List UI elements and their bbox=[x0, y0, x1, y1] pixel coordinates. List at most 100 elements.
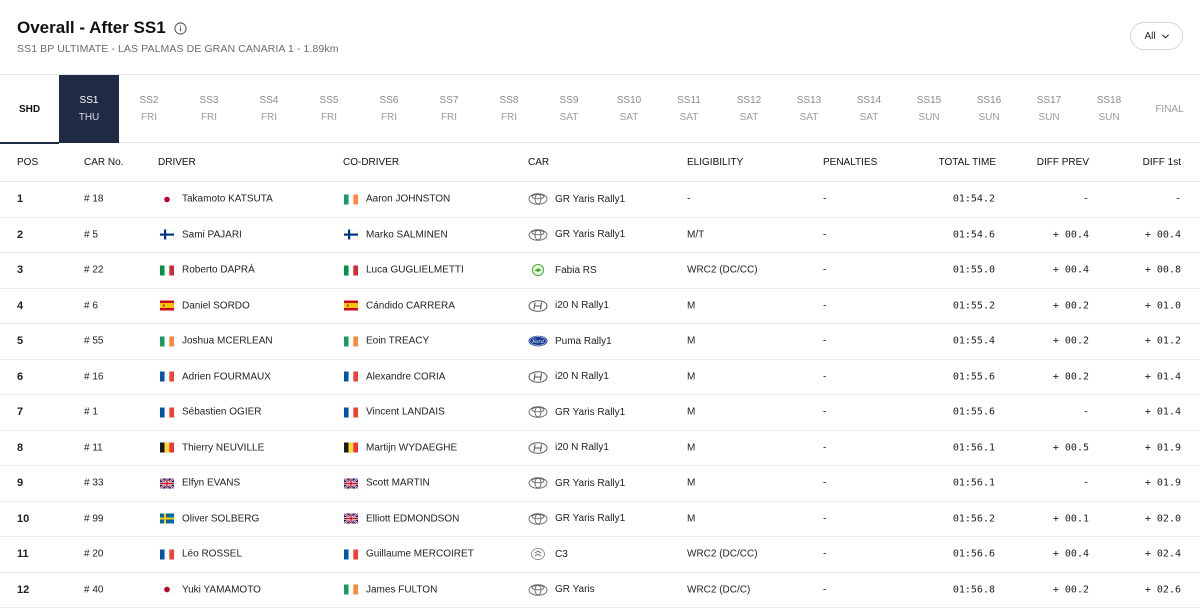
table-row[interactable]: 1 # 18 Takamoto KATSUTA Aaron JOHNSTON GR Ya… bbox=[0, 182, 1200, 218]
stage-tab-final[interactable]: FINAL bbox=[1139, 75, 1200, 143]
car-cell: GR Yaris Rally1 bbox=[528, 406, 625, 419]
driver-cell[interactable]: Daniel SORDO bbox=[160, 300, 250, 311]
position: 5 bbox=[17, 335, 24, 348]
driver-cell[interactable]: Yuki YAMAMOTO bbox=[160, 584, 261, 595]
position: 4 bbox=[17, 299, 24, 312]
car-model: Fabia RS bbox=[555, 264, 597, 276]
table-row[interactable]: 10 # 99 Oliver SOLBERG Elliott EDMONDSON GR … bbox=[0, 502, 1200, 537]
codriver-cell[interactable]: Aaron JOHNSTON bbox=[344, 194, 450, 205]
codriver-cell[interactable]: Martijn WYDAEGHE bbox=[344, 442, 457, 453]
stage-day: SUN bbox=[978, 112, 1000, 123]
total-time: 01:56.1 bbox=[952, 477, 995, 489]
stage-tab-ss12[interactable]: SS12 SAT bbox=[719, 75, 779, 143]
stage-tab-ss11[interactable]: SS11 SAT bbox=[659, 75, 719, 143]
france-flag-icon bbox=[344, 549, 358, 560]
driver-cell[interactable]: Thierry NEUVILLE bbox=[160, 442, 264, 453]
stage-tab-ss17[interactable]: SS17 SUN bbox=[1019, 75, 1079, 143]
stage-tab-ss2[interactable]: SS2 FRI bbox=[119, 75, 179, 143]
filter-dropdown[interactable]: All bbox=[1130, 22, 1183, 50]
diff-first: + 00.8 bbox=[1144, 264, 1181, 276]
eligibility: M bbox=[687, 442, 696, 454]
driver-cell[interactable]: Elfyn EVANS bbox=[160, 478, 240, 489]
diff-prev: - bbox=[1082, 193, 1089, 205]
col-penalties[interactable]: PENALTIES bbox=[823, 157, 877, 168]
info-icon[interactable] bbox=[174, 21, 187, 35]
diff-first: - bbox=[1174, 193, 1181, 205]
filter-label: All bbox=[1144, 30, 1156, 42]
driver-cell[interactable]: Oliver SOLBERG bbox=[160, 513, 259, 524]
stage-tab-ss13[interactable]: SS13 SAT bbox=[779, 75, 839, 143]
stage-tab-ss8[interactable]: SS8 FRI bbox=[479, 75, 539, 143]
table-row[interactable]: 4 # 6 Daniel SORDO Cándido CARRERA i20 N Ral… bbox=[0, 289, 1200, 324]
driver-cell[interactable]: Léo ROSSEL bbox=[160, 549, 242, 560]
stage-tab-ss15[interactable]: SS15 SUN bbox=[899, 75, 959, 143]
eligibility: M bbox=[687, 300, 696, 312]
col-car-no[interactable]: CAR No. bbox=[84, 157, 123, 168]
stage-label: SS6 bbox=[379, 95, 399, 106]
driver-cell[interactable]: Takamoto KATSUTA bbox=[160, 194, 273, 205]
position: 11 bbox=[17, 548, 29, 561]
table-row[interactable]: 3 # 22 Roberto DAPRÀ Luca GUGLIELMETTI Fabia… bbox=[0, 253, 1200, 289]
codriver-cell[interactable]: Luca GUGLIELMETTI bbox=[344, 265, 464, 276]
penalties: - bbox=[823, 406, 827, 418]
stage-tab-ss4[interactable]: SS4 FRI bbox=[239, 75, 299, 143]
codriver-cell[interactable]: Guillaume MERCOIRET bbox=[344, 549, 474, 560]
stage-tab-ss9[interactable]: SS9 SAT bbox=[539, 75, 599, 143]
driver-name: Adrien FOURMAUX bbox=[182, 371, 271, 383]
driver-cell[interactable]: Joshua MCERLEAN bbox=[160, 336, 273, 347]
codriver-cell[interactable]: Marko SALMINEN bbox=[344, 229, 448, 240]
driver-cell[interactable]: Roberto DAPRÀ bbox=[160, 265, 255, 276]
stage-label: SHD bbox=[18, 103, 41, 115]
col-driver[interactable]: DRIVER bbox=[158, 157, 196, 168]
table-row[interactable]: 12 # 40 Yuki YAMAMOTO James FULTON GR Yaris W… bbox=[0, 573, 1200, 608]
stage-tab-ss1[interactable]: SS1 THU bbox=[59, 75, 119, 143]
stage-tab-ss5[interactable]: SS5 FRI bbox=[299, 75, 359, 143]
svg-text:Ford: Ford bbox=[531, 339, 544, 345]
table-row[interactable]: 11 # 20 Léo ROSSEL Guillaume MERCOIRET C3 WRC… bbox=[0, 537, 1200, 573]
driver-cell[interactable]: Adrien FOURMAUX bbox=[160, 371, 271, 382]
codriver-name: Vincent LANDAIS bbox=[366, 406, 445, 418]
stage-tab-ss18[interactable]: SS18 SUN bbox=[1079, 75, 1139, 143]
driver-cell[interactable]: Sébastien OGIER bbox=[160, 407, 261, 418]
col-car[interactable]: CAR bbox=[528, 157, 549, 168]
stage-tab-ss3[interactable]: SS3 FRI bbox=[179, 75, 239, 143]
table-row[interactable]: 5 # 55 Joshua MCERLEAN Eoin TREACY Ford Puma … bbox=[0, 324, 1200, 360]
table-row[interactable]: 6 # 16 Adrien FOURMAUX Alexandre CORIA i20 N… bbox=[0, 360, 1200, 395]
position: 6 bbox=[17, 370, 24, 383]
hyundai-logo-icon bbox=[528, 441, 548, 454]
table-row[interactable]: 8 # 11 Thierry NEUVILLE Martijn WYDAEGHE i20… bbox=[0, 431, 1200, 466]
table-row[interactable]: 2 # 5 Sami PAJARI Marko SALMINEN GR Yaris Ra… bbox=[0, 218, 1200, 253]
stage-tab-ss6[interactable]: SS6 FRI bbox=[359, 75, 419, 143]
stage-tab-ss10[interactable]: SS10 SAT bbox=[599, 75, 659, 143]
table-row[interactable]: 7 # 1 Sébastien OGIER Vincent LANDAIS GR Yar… bbox=[0, 395, 1200, 431]
france-flag-icon bbox=[344, 371, 358, 382]
codriver-cell[interactable]: Vincent LANDAIS bbox=[344, 407, 445, 418]
car-model: i20 N Rally1 bbox=[555, 371, 609, 383]
col-pos[interactable]: POS bbox=[17, 157, 38, 168]
eligibility: WRC2 (DC/C) bbox=[687, 584, 751, 596]
stage-tab-shd[interactable]: SHD bbox=[0, 75, 59, 144]
codriver-cell[interactable]: Scott MARTIN bbox=[344, 478, 430, 489]
stage-day: THU bbox=[78, 112, 100, 123]
codriver-cell[interactable]: Cándido CARRERA bbox=[344, 300, 455, 311]
col-codriver[interactable]: CO-DRIVER bbox=[343, 157, 399, 168]
driver-cell[interactable]: Sami PAJARI bbox=[160, 229, 242, 240]
position: 1 bbox=[17, 193, 24, 206]
eligibility: M bbox=[687, 406, 696, 418]
driver-name: Thierry NEUVILLE bbox=[182, 442, 265, 454]
stage-tab-ss7[interactable]: SS7 FRI bbox=[419, 75, 479, 143]
table-row[interactable]: 9 # 33 Elfyn EVANS Scott MARTIN GR Yaris Ral… bbox=[0, 466, 1200, 502]
stage-tab-ss14[interactable]: SS14 SAT bbox=[839, 75, 899, 143]
codriver-cell[interactable]: James FULTON bbox=[344, 584, 437, 595]
total-time: 01:54.2 bbox=[952, 193, 995, 205]
stage-tab-ss16[interactable]: SS16 SUN bbox=[959, 75, 1019, 143]
codriver-cell[interactable]: Eoin TREACY bbox=[344, 336, 429, 347]
col-diff-prev[interactable]: DIFF PREV bbox=[1037, 157, 1089, 168]
col-eligibility[interactable]: ELIGIBILITY bbox=[687, 157, 743, 168]
results-table-body: 1 # 18 Takamoto KATSUTA Aaron JOHNSTON GR Ya… bbox=[0, 182, 1200, 608]
codriver-cell[interactable]: Elliott EDMONDSON bbox=[344, 513, 459, 524]
diff-prev: + 00.2 bbox=[1052, 300, 1089, 312]
codriver-cell[interactable]: Alexandre CORIA bbox=[344, 371, 445, 382]
col-diff-first[interactable]: DIFF 1st bbox=[1143, 157, 1181, 168]
col-total-time[interactable]: TOTAL TIME bbox=[939, 157, 996, 168]
